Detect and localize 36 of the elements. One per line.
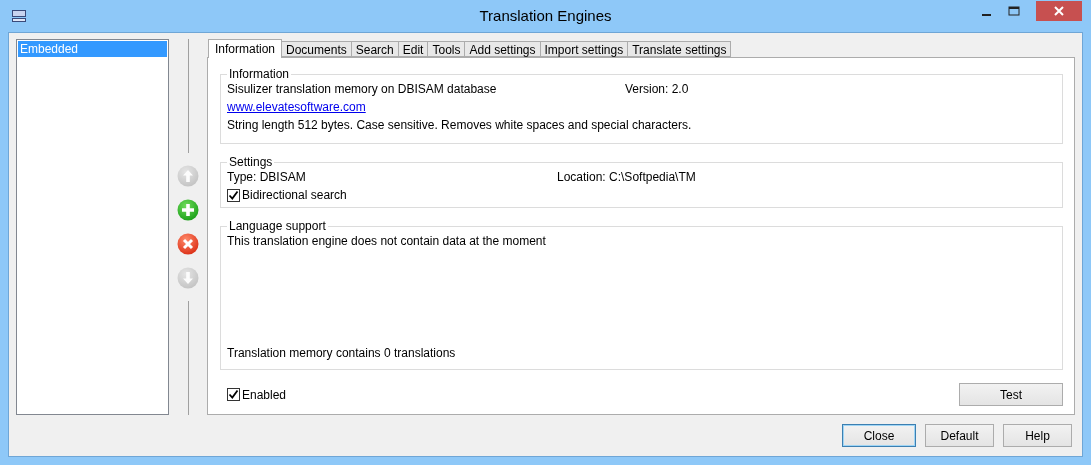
checkbox-label: Enabled xyxy=(242,387,287,402)
dialog-button[interactable]: Default xyxy=(925,424,994,447)
group-title: Settings xyxy=(228,156,274,169)
type-text: Type: DBISAM xyxy=(227,170,307,184)
tab[interactable]: Documents xyxy=(281,41,352,57)
dialog-button[interactable]: Close xyxy=(842,424,916,447)
details-text: String length 512 bytes. Case sensitive. Removes white spaces and special characters. xyxy=(227,118,693,132)
checkbox-label: Bidirectional search xyxy=(242,188,347,202)
app-icon xyxy=(11,8,27,24)
dialog-button[interactable]: Help xyxy=(1003,424,1072,447)
tab[interactable]: Information xyxy=(208,39,283,58)
message-text: This translation engine does not contain data at the moment xyxy=(227,234,547,248)
delete-icon[interactable] xyxy=(177,233,199,255)
tab[interactable]: Add settings xyxy=(464,41,541,57)
group-title: Language support xyxy=(228,220,327,233)
tab[interactable]: Translate settings xyxy=(627,41,732,57)
close-icon xyxy=(1053,5,1065,17)
maximize-icon xyxy=(1008,5,1020,17)
tab[interactable]: Import settings xyxy=(539,41,629,57)
version-text: Version: 2.0 xyxy=(625,82,689,96)
close-button[interactable] xyxy=(1036,1,1082,21)
location-text: Location: C:\Softpedia\TM xyxy=(557,170,696,184)
plus-icon[interactable] xyxy=(177,199,199,221)
checkbox[interactable] xyxy=(227,188,240,202)
checkmark-icon xyxy=(228,389,239,400)
footer-text: Translation memory contains 0 translations xyxy=(227,346,457,360)
checkmark-icon xyxy=(228,189,239,201)
tab[interactable]: Search xyxy=(350,41,399,57)
engine-description: Sisulizer translation memory on DBISAM database xyxy=(227,82,498,96)
tab[interactable]: Tools xyxy=(427,41,466,57)
checkbox[interactable] xyxy=(227,388,240,401)
window-title: Translation Engines xyxy=(478,7,613,24)
group-title: Information xyxy=(228,68,291,81)
test-button[interactable]: Test xyxy=(959,383,1063,406)
minimize-icon xyxy=(981,14,991,16)
website-link[interactable]: www.elevatesoftware.com xyxy=(227,100,366,114)
